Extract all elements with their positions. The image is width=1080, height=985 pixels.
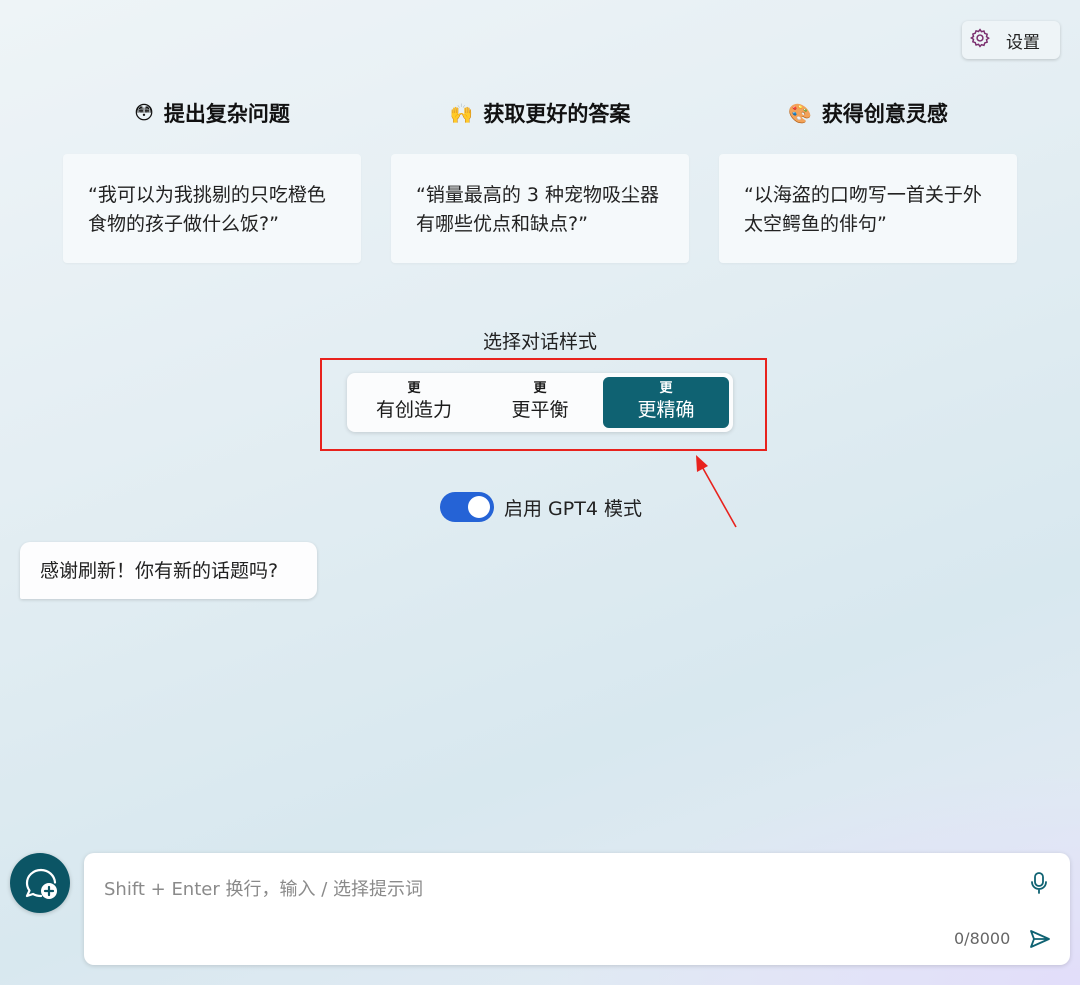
feature-heading-better-answers: 🙌 获取更好的答案 xyxy=(391,98,689,128)
style-option-prefix: 更 xyxy=(533,381,547,396)
character-counter: 0/8000 xyxy=(954,929,1011,948)
feature-title: 获取更好的答案 xyxy=(483,102,631,126)
chat-input-placeholder: Shift + Enter 换行，输入 / 选择提示词 xyxy=(104,879,423,900)
settings-button[interactable]: 设置 xyxy=(962,21,1060,59)
raising-hands-icon: 🙌 xyxy=(449,102,474,125)
example-prompt-card[interactable]: “以海盗的口吻写一首关于外太空鳄鱼的俳句” xyxy=(719,154,1017,263)
style-option-precise[interactable]: 更 更精确 xyxy=(603,377,729,428)
style-option-prefix: 更 xyxy=(407,381,421,396)
style-option-label: 更精确 xyxy=(637,399,695,421)
style-option-balanced[interactable]: 更 更平衡 xyxy=(477,377,603,428)
conversation-style-title: 选择对话样式 xyxy=(482,331,597,353)
new-topic-icon xyxy=(25,868,57,899)
example-prompt-card[interactable]: “我可以为我挑剔的只吃橙色食物的孩子做什么饭?” xyxy=(63,154,361,263)
microphone-icon[interactable] xyxy=(1028,871,1050,895)
feature-heading-creative-inspiration: 🎨 获得创意灵感 xyxy=(719,98,1017,128)
feature-title: 提出复杂问题 xyxy=(163,102,290,126)
style-option-creative[interactable]: 更 有创造力 xyxy=(351,377,477,428)
feature-title: 获得创意灵感 xyxy=(821,102,948,126)
gpt4-toggle[interactable] xyxy=(440,492,494,522)
chat-input[interactable]: Shift + Enter 换行，输入 / 选择提示词 0/8000 xyxy=(84,853,1070,965)
style-option-label: 有创造力 xyxy=(375,399,452,421)
example-prompt-card[interactable]: “销量最高的 3 种宠物吸尘器有哪些优点和缺点?” xyxy=(391,154,689,263)
settings-label: 设置 xyxy=(1006,32,1040,53)
annotation-arrow-icon xyxy=(696,455,737,528)
toggle-knob xyxy=(468,496,490,518)
palette-icon: 🎨 xyxy=(788,102,812,125)
gpt4-toggle-label: 启用 GPT4 模式 xyxy=(504,498,642,520)
gear-icon xyxy=(969,27,991,53)
style-option-prefix: 更 xyxy=(659,381,673,396)
feature-heading-complex-questions: 😳 提出复杂问题 xyxy=(63,98,361,128)
send-icon[interactable] xyxy=(1028,927,1052,951)
conversation-style-selector: 更 有创造力 更 更平衡 更 更精确 xyxy=(347,373,733,432)
style-option-label: 更平衡 xyxy=(511,399,569,421)
bot-message: 感谢刷新！你有新的话题吗? xyxy=(20,542,317,599)
new-topic-button[interactable] xyxy=(10,853,70,913)
flushed-face-icon: 😳 xyxy=(134,102,154,124)
